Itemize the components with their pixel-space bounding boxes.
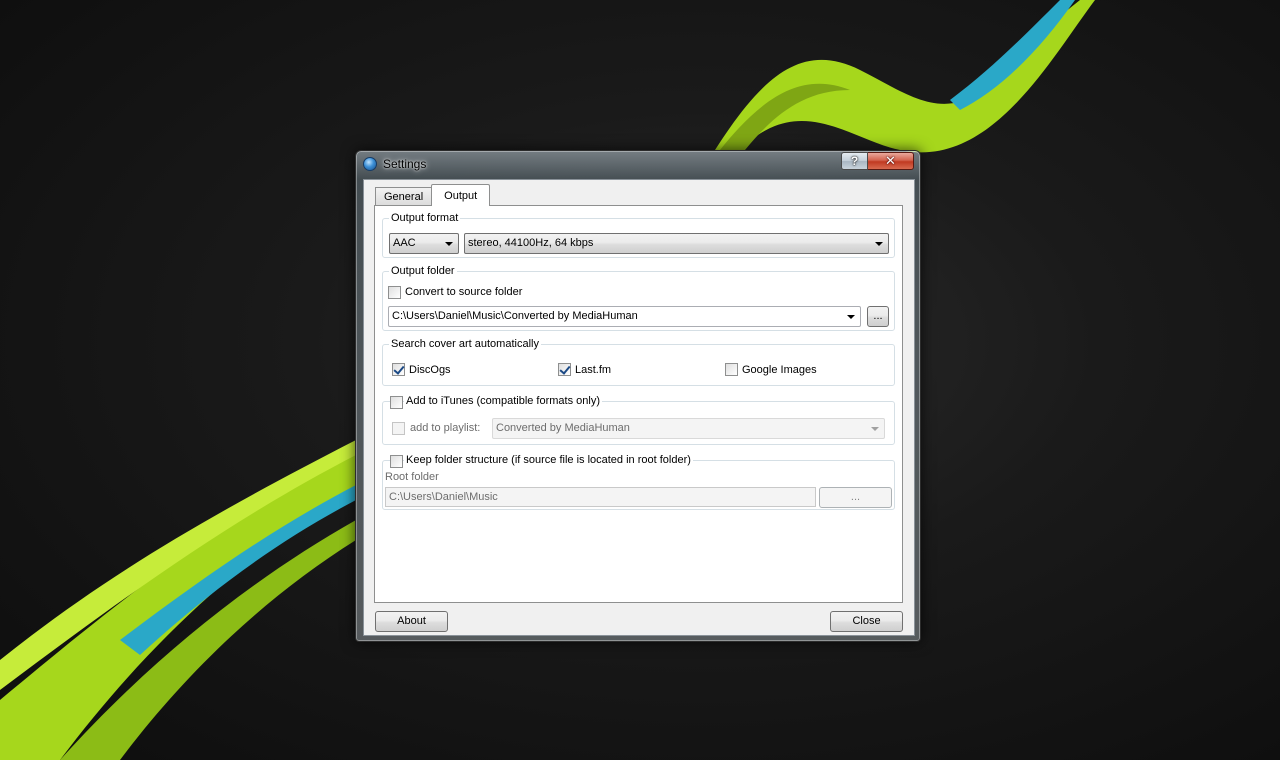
quality-select-value: stereo, 44100Hz, 64 kbps — [468, 237, 594, 249]
lastfm-checkbox[interactable] — [558, 363, 571, 376]
cover-art-group: Search cover art automatically DiscOgs L… — [382, 338, 895, 386]
help-button[interactable]: ? — [841, 152, 868, 170]
playlist-select-value: Converted by MediaHuman — [496, 422, 630, 434]
tab-strip: General Output — [375, 184, 491, 206]
window-title: Settings — [383, 157, 427, 171]
output-path-value: C:\Users\Daniel\Music\Converted by Media… — [392, 310, 638, 322]
output-path-combo[interactable]: C:\Users\Daniel\Music\Converted by Media… — [388, 306, 861, 327]
output-format-group: Output format AAC stereo, 44100Hz, 64 kb… — [382, 212, 895, 258]
browse-output-button[interactable]: ... — [867, 306, 889, 327]
output-tab-pane: Output format AAC stereo, 44100Hz, 64 kb… — [374, 205, 903, 603]
convert-to-source-checkbox[interactable] — [388, 286, 401, 299]
output-folder-title: Output folder — [389, 265, 457, 278]
playlist-select[interactable]: Converted by MediaHuman — [492, 418, 885, 439]
app-icon — [363, 157, 377, 171]
tab-output[interactable]: Output — [431, 184, 491, 206]
root-folder-label: Root folder — [385, 471, 439, 483]
dialog-client-area: General Output Output format AAC stereo,… — [363, 179, 915, 636]
folder-structure-group: Keep folder structure (if source file is… — [382, 454, 895, 510]
title-bar[interactable]: Settings ? ✕ — [356, 151, 920, 179]
output-folder-group: Output folder Convert to source folder C… — [382, 265, 895, 331]
add-to-itunes-label[interactable]: Add to iTunes (compatible formats only) — [404, 395, 603, 408]
format-select-value: AAC — [393, 237, 416, 249]
close-button[interactable]: Close — [830, 611, 903, 632]
add-to-itunes-checkbox[interactable] — [390, 396, 403, 409]
keep-folder-structure-checkbox[interactable] — [390, 455, 403, 468]
settings-window: Settings ? ✕ General Output Output forma… — [355, 150, 921, 642]
discogs-checkbox[interactable] — [392, 363, 405, 376]
close-window-button[interactable]: ✕ — [868, 152, 914, 170]
convert-to-source-label[interactable]: Convert to source folder — [405, 286, 522, 299]
lastfm-label[interactable]: Last.fm — [575, 364, 611, 377]
chevron-down-icon — [871, 427, 879, 431]
google-images-label[interactable]: Google Images — [742, 364, 817, 377]
discogs-label[interactable]: DiscOgs — [409, 364, 451, 377]
quality-select[interactable]: stereo, 44100Hz, 64 kbps — [464, 233, 889, 254]
add-to-playlist-label[interactable]: add to playlist: — [410, 422, 480, 435]
output-format-title: Output format — [389, 212, 461, 225]
tab-general[interactable]: General — [375, 187, 433, 206]
keep-folder-structure-label[interactable]: Keep folder structure (if source file is… — [404, 454, 693, 467]
google-images-checkbox[interactable] — [725, 363, 738, 376]
format-select[interactable]: AAC — [389, 233, 459, 254]
browse-root-folder-button[interactable]: ... — [819, 487, 892, 508]
chevron-down-icon — [445, 242, 453, 246]
caption-buttons: ? ✕ — [841, 152, 914, 170]
chevron-down-icon — [875, 242, 883, 246]
chevron-down-icon — [847, 315, 855, 319]
itunes-group: Add to iTunes (compatible formats only) … — [382, 395, 895, 445]
add-to-playlist-checkbox[interactable] — [392, 422, 405, 435]
about-button[interactable]: About — [375, 611, 448, 632]
root-folder-field[interactable]: C:\Users\Daniel\Music — [385, 487, 816, 507]
cover-art-title: Search cover art automatically — [389, 338, 541, 351]
